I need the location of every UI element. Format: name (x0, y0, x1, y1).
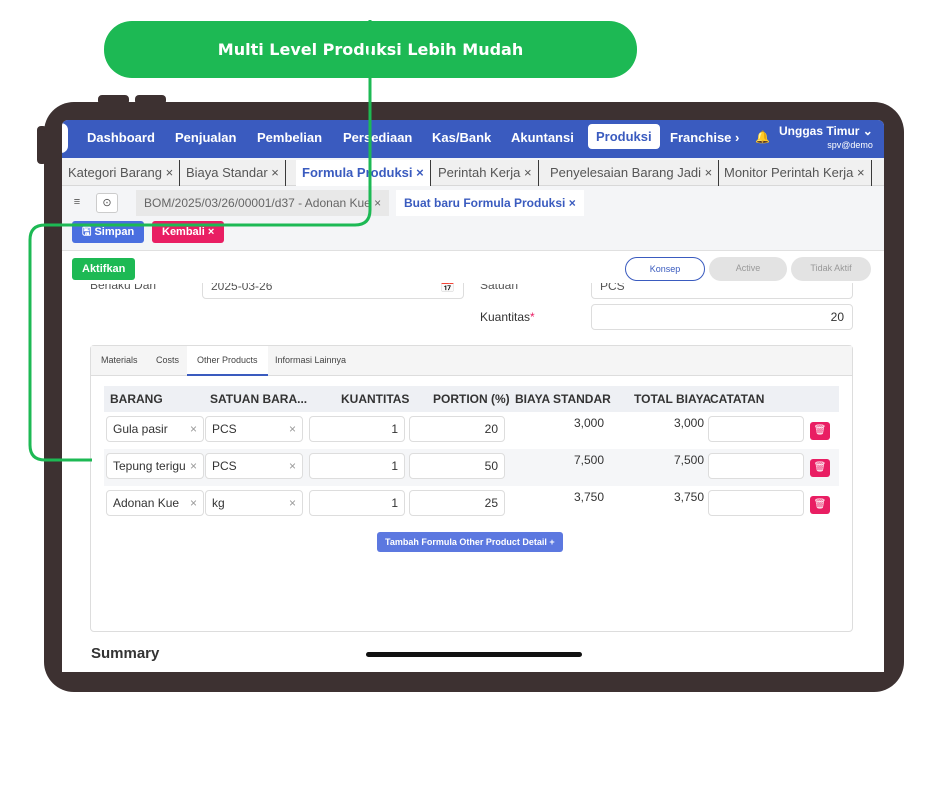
kuantitas-value: 20 (830, 310, 844, 324)
catatan-input[interactable] (708, 453, 804, 479)
sub-tab-bar: ≡ ⊙ BOM/2025/03/26/00001/d37 - Adonan Ku… (62, 190, 884, 216)
save-button[interactable]: 🖫 Simpan (72, 221, 145, 243)
detail-panel: Materials Costs Other Products Informasi… (90, 345, 853, 632)
ptab-other-products[interactable]: Other Products (187, 346, 268, 376)
save-label: Simpan (94, 226, 135, 238)
kuantitas-field[interactable]: 20 (591, 304, 853, 330)
table-header: BARANG SATUAN BARA... KUANTITAS PORTION … (104, 386, 839, 412)
clear-icon[interactable]: × (190, 454, 197, 478)
delete-icon[interactable]: 🗑 (810, 496, 830, 514)
table-row: Adonan Kue × kg × 1 25 3,750 3,750 🗑 (104, 486, 839, 523)
tab-penyelesaian[interactable]: Penyelesaian Barang Jadi × (544, 160, 720, 186)
th-biaya-standar: BIAYA STANDAR (515, 392, 611, 406)
nav-penjualan[interactable]: Penjualan (175, 130, 236, 145)
satuan-select[interactable]: PCS × (205, 416, 303, 442)
tab-biaya-standar[interactable]: Biaya Standar × (180, 160, 286, 186)
biaya-standar-value: 7,500 (573, 453, 604, 467)
catatan-input[interactable] (708, 416, 804, 442)
satuan-select[interactable]: kg × (205, 490, 303, 516)
stage: Multi Level Produksi Lebih Mudah Dashboa… (0, 0, 940, 788)
biaya-standar-value: 3,750 (573, 490, 604, 504)
satuan-value: PCS (212, 422, 237, 436)
user-role: spv@demo (827, 140, 873, 150)
ptab-costs[interactable]: Costs (146, 346, 189, 376)
total-biaya-value: 3,750 (673, 490, 704, 504)
total-biaya-value: 7,500 (673, 453, 704, 467)
satuan-select[interactable]: PCS × (205, 453, 303, 479)
back-button[interactable]: Kembali × (152, 221, 225, 243)
barang-value: Tepung terigu (113, 459, 186, 473)
th-satuan: SATUAN BARA... (210, 392, 308, 406)
portion-input[interactable]: 50 (409, 453, 505, 479)
tab-strip: Kategori Barang × Biaya Standar × Formul… (62, 160, 884, 186)
subtab-new-formula[interactable]: Buat baru Formula Produksi × (396, 190, 584, 216)
portion-input[interactable]: 25 (409, 490, 505, 516)
required-mark: * (530, 310, 535, 324)
th-total-biaya: TOTAL BIAYA (634, 392, 712, 406)
barang-value: Gula pasir (113, 422, 168, 436)
clear-icon[interactable]: × (289, 491, 296, 515)
panel-tabs: Materials Costs Other Products Informasi… (91, 346, 852, 376)
promo-banner: Multi Level Produksi Lebih Mudah (104, 21, 637, 78)
tab-kategori-barang[interactable]: Kategori Barang × (62, 160, 181, 186)
biaya-standar-value: 3,000 (573, 416, 604, 430)
table-row: Tepung terigu × PCS × 1 50 7,500 7,500 🗑 (104, 449, 839, 486)
activate-button[interactable]: Aktifkan (72, 258, 136, 280)
nav-knob (62, 123, 68, 153)
satuan-value: PCS (212, 459, 237, 473)
kuantitas-input[interactable]: 1 (309, 490, 405, 516)
kuantitas-label: Kuantitas* (480, 310, 535, 324)
user-menu[interactable]: Unggas Timur ⌄ spv@demo (779, 124, 873, 150)
nav-kasbank[interactable]: Kas/Bank (432, 130, 491, 145)
banner-text: Multi Level Produksi Lebih Mudah (217, 40, 524, 59)
add-other-product-button[interactable]: Tambah Formula Other Product Detail + (377, 532, 563, 552)
summary-heading: Summary (91, 645, 160, 662)
th-portion: PORTION (%) (433, 392, 510, 406)
app-screen: Dashboard Penjualan Pembelian Persediaan… (62, 120, 884, 672)
clear-icon[interactable]: × (190, 491, 197, 515)
tab-formula-produksi[interactable]: Formula Produksi × (296, 160, 431, 186)
tab-perintah-kerja[interactable]: Perintah Kerja × (432, 160, 539, 186)
catatan-input[interactable] (708, 490, 804, 516)
nav-dashboard[interactable]: Dashboard (87, 130, 155, 145)
total-biaya-value: 3,000 (673, 416, 704, 430)
status-konsep[interactable]: Konsep (625, 257, 705, 281)
kuantitas-input[interactable]: 1 (309, 416, 405, 442)
tab-monitor[interactable]: Monitor Perintah Kerja × (718, 160, 872, 186)
table-row: Gula pasir × PCS × 1 20 3,000 3,000 🗑 (104, 412, 839, 449)
th-kuantitas: KUANTITAS (341, 392, 410, 406)
user-name: Unggas Timur ⌄ (779, 124, 873, 138)
delete-icon[interactable]: 🗑 (810, 422, 830, 440)
clear-icon[interactable]: × (190, 417, 197, 441)
nav-franchise[interactable]: Franchise › (670, 130, 739, 145)
barang-select[interactable]: Adonan Kue × (106, 490, 204, 516)
top-nav: Dashboard Penjualan Pembelian Persediaan… (62, 120, 884, 158)
kuantitas-label-text: Kuantitas (480, 310, 531, 324)
nav-produksi[interactable]: Produksi (588, 124, 660, 149)
history-icon[interactable]: ⊙ (96, 193, 118, 213)
clear-icon[interactable]: × (289, 417, 296, 441)
list-icon[interactable]: ≡ (66, 193, 88, 213)
bell-icon[interactable]: 🔔 (755, 130, 770, 144)
ptab-informasi-lainnya[interactable]: Informasi Lainnya (265, 346, 356, 376)
barang-select[interactable]: Tepung terigu × (106, 453, 204, 479)
ptab-materials[interactable]: Materials (91, 346, 148, 376)
status-active[interactable]: Active (709, 257, 787, 281)
th-barang: BARANG (110, 392, 163, 406)
delete-icon[interactable]: 🗑 (810, 459, 830, 477)
home-indicator (366, 652, 582, 657)
nav-persediaan[interactable]: Persediaan (343, 130, 412, 145)
clear-icon[interactable]: × (289, 454, 296, 478)
barang-select[interactable]: Gula pasir × (106, 416, 204, 442)
satuan-value: kg (212, 496, 225, 510)
th-catatan: CATATAN (710, 392, 765, 406)
kuantitas-input[interactable]: 1 (309, 453, 405, 479)
subtab-bom[interactable]: BOM/2025/03/26/00001/d37 - Adonan Kue × (136, 190, 390, 216)
barang-value: Adonan Kue (113, 496, 180, 510)
portion-input[interactable]: 20 (409, 416, 505, 442)
status-tidak-aktif[interactable]: Tidak Aktif (791, 257, 871, 281)
nav-pembelian[interactable]: Pembelian (257, 130, 322, 145)
nav-akuntansi[interactable]: Akuntansi (511, 130, 574, 145)
